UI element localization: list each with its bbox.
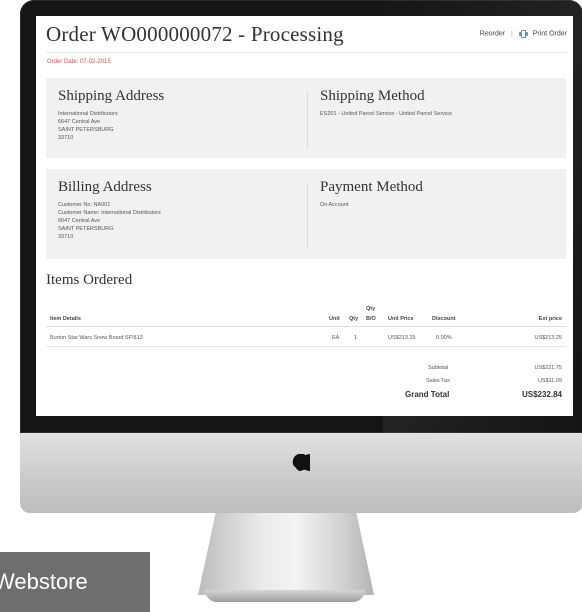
billing-address-line: Customer No: NA001	[58, 202, 111, 208]
printer-icon	[518, 30, 528, 38]
title-divider	[46, 52, 567, 53]
print-order-link[interactable]: Print Order	[518, 30, 567, 38]
monitor-stand	[198, 513, 374, 595]
table-row: Burton Star Wars Snow Board SF!813 EA 1 …	[46, 332, 566, 347]
shipping-address-line: SAINT PETERSBURG	[58, 127, 114, 133]
column-ext-price: Ext price	[538, 316, 562, 322]
order-date: Order Date: 07-02-2015	[47, 59, 111, 65]
billing-address-line: 33710	[58, 234, 74, 240]
payment-method-line: On Account	[320, 202, 349, 208]
screen: Order WO000000072 - Processing Reorder |…	[36, 16, 573, 416]
billing-address-line: SAINT PETERSBURG	[58, 226, 114, 232]
order-actions: Reorder | Print Order	[480, 30, 567, 38]
shipping-method-heading: Shipping Method	[320, 88, 425, 104]
shipping-address-heading: Shipping Address	[58, 88, 165, 104]
shipping-address-section: Shipping Address International Distribut…	[46, 78, 306, 158]
column-unit-price: Unit Price	[388, 316, 414, 322]
webstore-label: Webstore	[0, 552, 150, 612]
billing-address-line: 6647 Central Ave	[58, 218, 101, 224]
row-qty: 1	[354, 335, 358, 341]
shipping-address-line: 33710	[58, 135, 74, 141]
page-title: Order WO000000072 - Processing	[46, 22, 344, 46]
subtotal-value: US$221.75	[534, 365, 562, 371]
items-ordered-heading: Items Ordered	[46, 272, 133, 288]
payment-method-heading: Payment Method	[320, 179, 423, 195]
billing-address-line: Customer Name: International Distributor…	[58, 210, 161, 216]
apple-logo-icon	[292, 454, 310, 471]
column-item-details: Item Details	[50, 316, 81, 322]
column-qty: Qty	[349, 316, 359, 322]
sales-tax-value: US$11.09	[537, 378, 562, 384]
reorder-link[interactable]: Reorder	[480, 31, 505, 38]
billing-address-section: Billing Address Customer No: NA001 Custo…	[46, 169, 306, 259]
row-ext-price: US$213.25	[534, 335, 562, 341]
billing-panel: Billing Address Customer No: NA001 Custo…	[46, 169, 566, 259]
subtotal-label: Subtotal	[428, 365, 449, 371]
column-discount: Discount	[432, 316, 456, 322]
print-order-label: Print Order	[532, 30, 567, 38]
shipping-address-line: 6647 Central Ave	[58, 119, 101, 125]
shipping-method-line: ES201 - United Parcel Service - United P…	[320, 111, 453, 117]
shipping-panel: Shipping Address International Distribut…	[46, 78, 566, 158]
action-separator: |	[511, 30, 513, 38]
grand-total-value: US$232.84	[521, 390, 562, 399]
shipping-address-line: International Distributors	[58, 111, 118, 117]
sales-tax-label: Sales Tax	[426, 378, 450, 384]
row-discount: 0.00%	[436, 335, 452, 341]
row-item-details: Burton Star Wars Snow Board SF!813	[50, 335, 143, 341]
row-unit: EA	[332, 335, 340, 341]
billing-address-heading: Billing Address	[58, 179, 152, 195]
payment-method-section: Payment Method On Account	[308, 169, 566, 259]
row-unit-price: US$213.25	[388, 335, 416, 341]
shipping-method-section: Shipping Method ES201 - United Parcel Se…	[308, 78, 566, 158]
grand-total-label: Grand Total	[405, 390, 450, 399]
items-table-header: Item Details Unit Qty Qty B/O Unit Price…	[46, 300, 566, 327]
column-qty-bo-top: Qty	[366, 306, 376, 312]
column-qty-bo-bottom: B/O	[366, 316, 376, 322]
column-unit: Unit	[329, 316, 340, 322]
monitor-base	[205, 590, 365, 602]
